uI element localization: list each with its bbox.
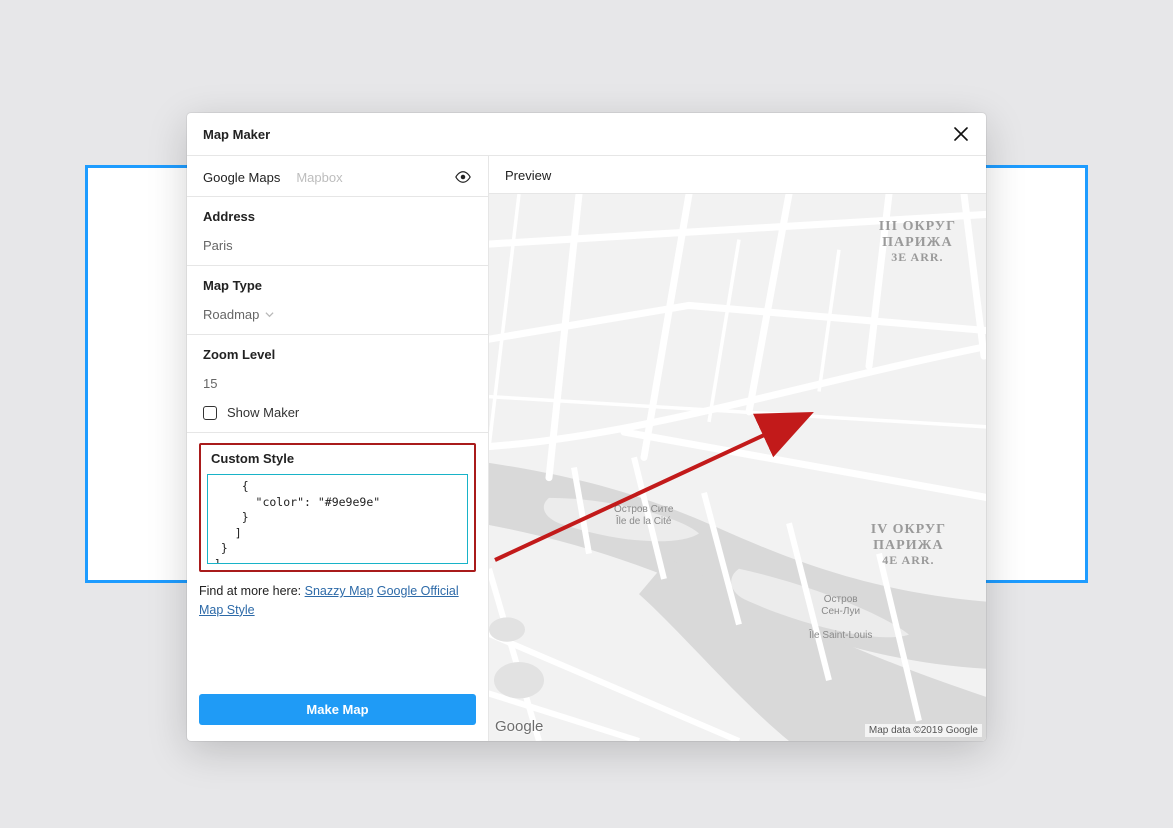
zoom-label: Zoom Level bbox=[203, 347, 472, 362]
custom-style-highlight: Custom Style { "color": "#9e9e9e" } ] } … bbox=[199, 443, 476, 572]
tabs-row: Google Maps Mapbox bbox=[187, 156, 488, 197]
find-more-text: Find at more here: Snazzy Map Google Off… bbox=[199, 582, 476, 620]
show-marker-row[interactable]: Show Maker bbox=[203, 405, 472, 420]
map-canvas[interactable]: ІІІ ОКРУГ ПАРИЖА 3E ARR. IV ОКРУГ ПАРИЖА… bbox=[489, 194, 986, 741]
custom-style-block: Custom Style { "color": "#9e9e9e" } ] } … bbox=[187, 433, 488, 741]
dialog-header: Map Maker bbox=[187, 113, 986, 156]
district-3-label: ІІІ ОКРУГ ПАРИЖА 3E ARR. bbox=[879, 219, 956, 265]
section-address: Address Paris bbox=[187, 197, 488, 266]
find-more-prefix: Find at more here: bbox=[199, 584, 305, 598]
district-4-label: IV ОКРУГ ПАРИЖА 4E ARR. bbox=[871, 522, 946, 568]
tab-mapbox[interactable]: Mapbox bbox=[296, 170, 342, 185]
link-snazzy-map[interactable]: Snazzy Map bbox=[305, 584, 374, 598]
dialog-body: Google Maps Mapbox Address Paris Map Typ… bbox=[187, 156, 986, 741]
make-map-button[interactable]: Make Map bbox=[199, 694, 476, 725]
preview-toggle-icon[interactable] bbox=[454, 168, 472, 186]
google-logo: Google bbox=[495, 718, 543, 735]
custom-style-textarea[interactable]: { "color": "#9e9e9e" } ] } ] bbox=[207, 474, 468, 564]
address-value[interactable]: Paris bbox=[203, 238, 472, 253]
tab-google-maps[interactable]: Google Maps bbox=[203, 170, 280, 185]
ile-de-la-cite-label: Остров Сите Île de la Cité bbox=[614, 504, 673, 528]
map-type-value: Roadmap bbox=[203, 307, 259, 322]
dialog-title: Map Maker bbox=[203, 127, 270, 142]
ile-saint-louis-label: Остров Сен-Луи Île Saint-Louis bbox=[809, 582, 872, 654]
preview-pane: Preview bbox=[489, 156, 986, 741]
map-svg bbox=[489, 194, 986, 741]
map-attribution: Map data ©2019 Google bbox=[865, 724, 982, 737]
address-label: Address bbox=[203, 209, 472, 224]
section-map-type: Map Type Roadmap bbox=[187, 266, 488, 335]
map-type-select[interactable]: Roadmap bbox=[203, 307, 472, 322]
eye-icon bbox=[454, 168, 472, 186]
custom-style-label: Custom Style bbox=[211, 451, 468, 466]
close-button[interactable] bbox=[952, 125, 970, 143]
zoom-value[interactable]: 15 bbox=[203, 376, 472, 391]
preview-label: Preview bbox=[489, 156, 986, 194]
show-marker-checkbox[interactable] bbox=[203, 406, 217, 420]
chevron-down-icon bbox=[265, 310, 274, 319]
section-zoom: Zoom Level 15 Show Maker bbox=[187, 335, 488, 433]
close-icon bbox=[954, 127, 968, 141]
sidebar: Google Maps Mapbox Address Paris Map Typ… bbox=[187, 156, 489, 741]
show-marker-label: Show Maker bbox=[227, 405, 299, 420]
map-maker-dialog: Map Maker Google Maps Mapbox Address Par… bbox=[187, 113, 986, 741]
map-type-label: Map Type bbox=[203, 278, 472, 293]
